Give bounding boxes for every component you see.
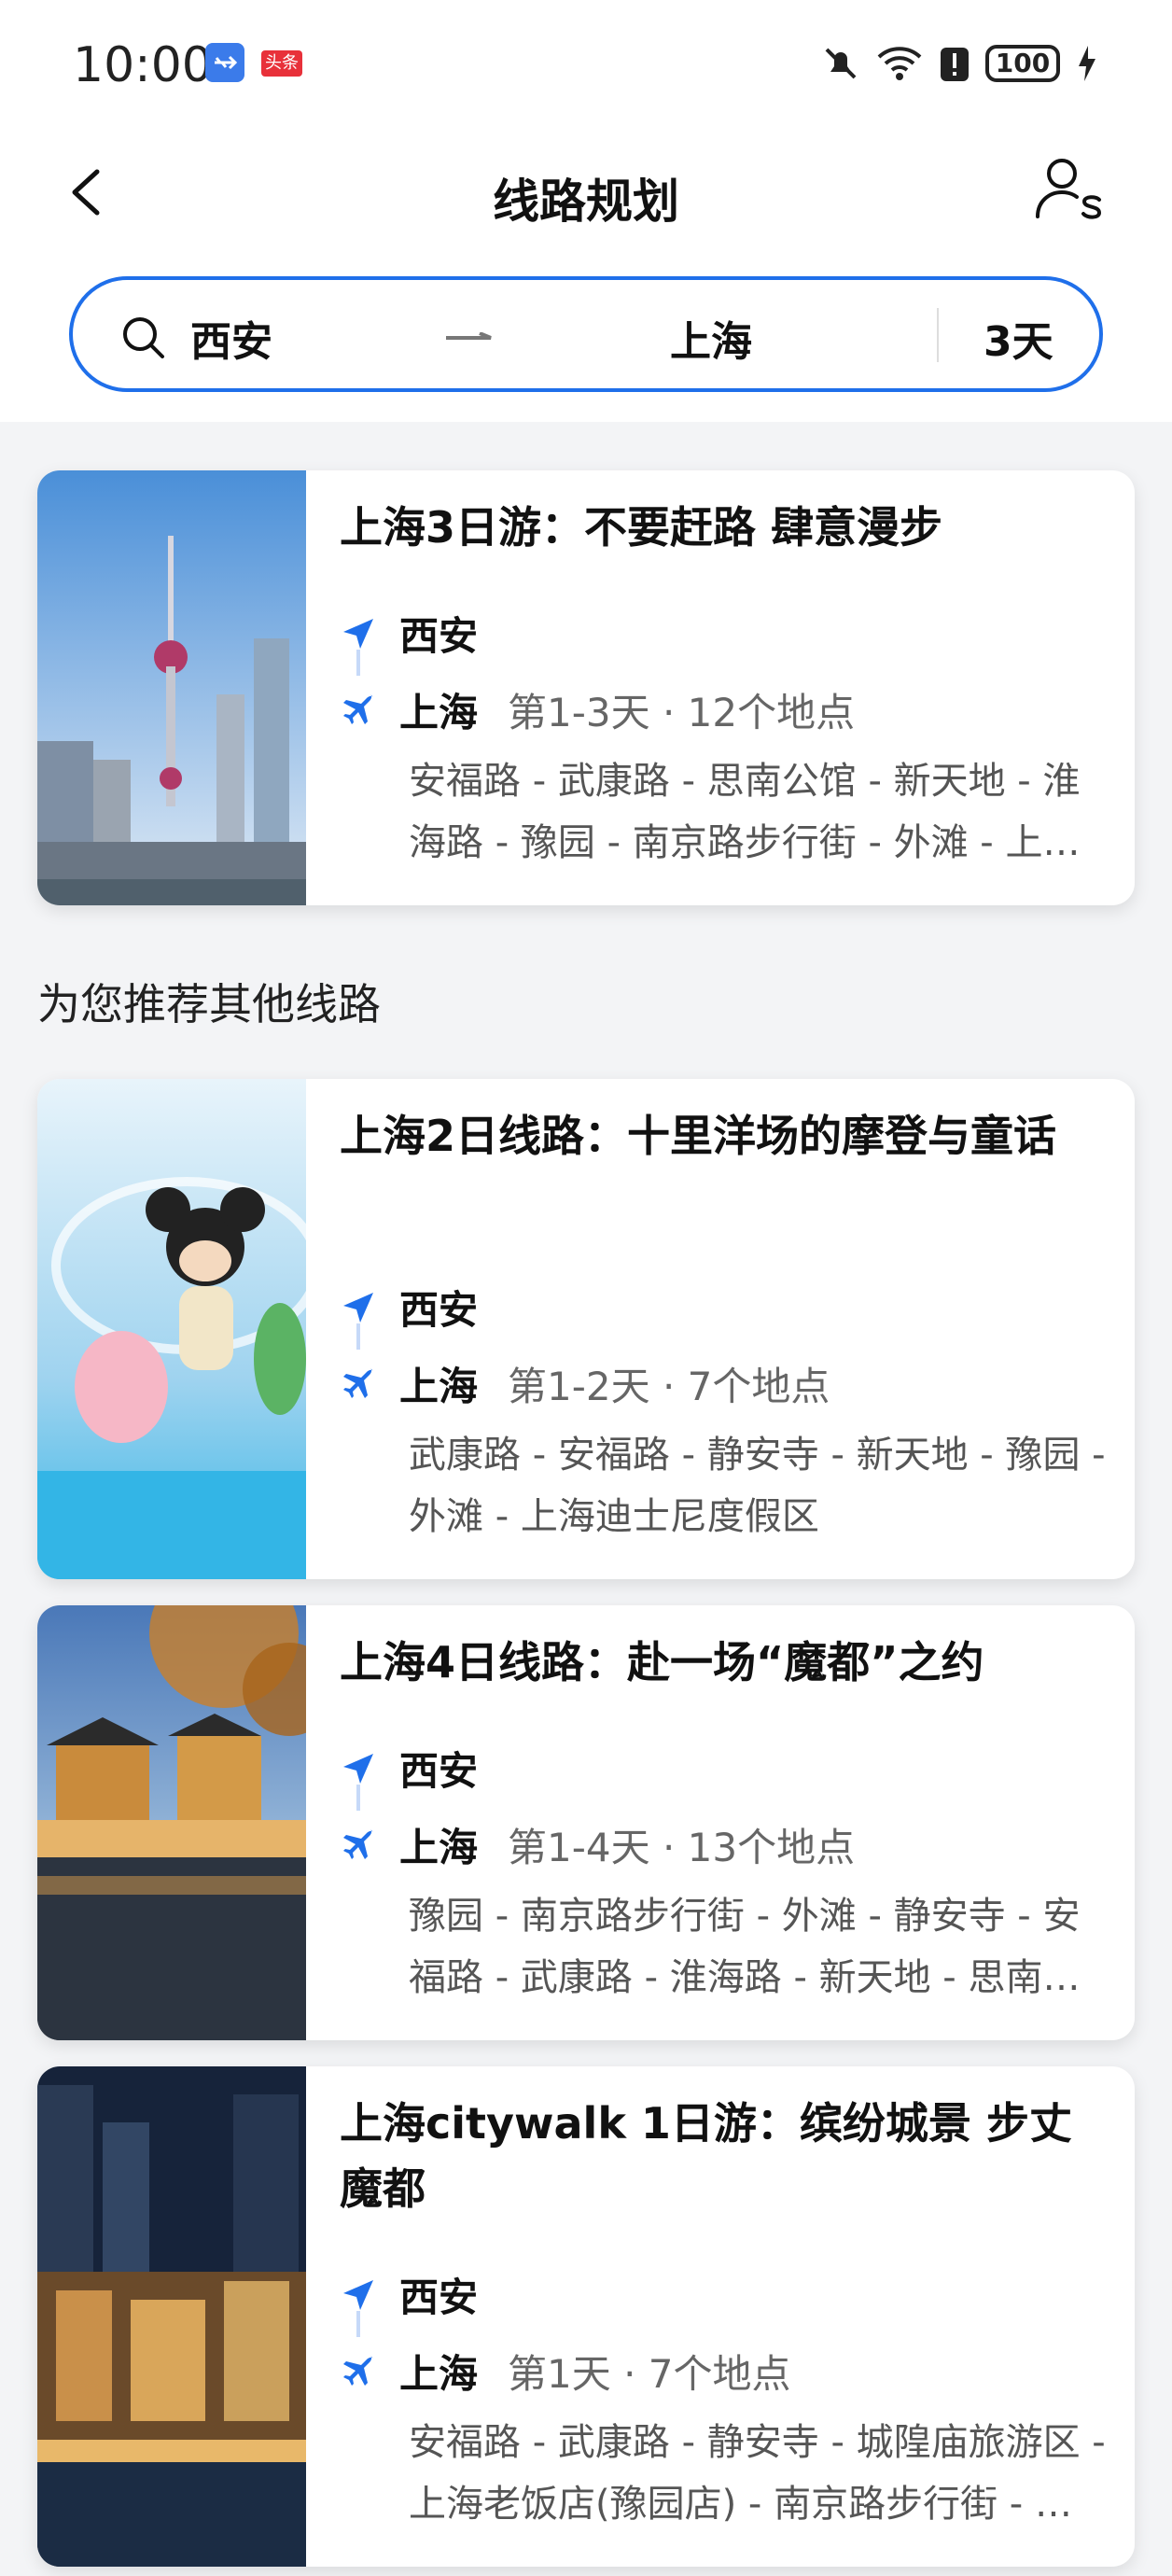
destination-city[interactable]: 上海 [670, 308, 752, 368]
route-connector [356, 1323, 360, 1350]
origin-row: 西安 [340, 605, 478, 662]
wifi-icon [877, 47, 922, 80]
trip-meta: 第1-3天 · 12个地点 [508, 690, 856, 735]
charging-icon [1079, 46, 1095, 81]
plane-icon [343, 1828, 373, 1859]
destination-label: 上海 [399, 2351, 479, 2397]
route-stops: 安福路 - 武康路 - 思南公馆 - 新天地 - 淮海路 - 豫园 - 南京路步… [409, 760, 1081, 864]
destination-label: 上海 [399, 1825, 479, 1870]
thumbnail-yuyuan-garden [37, 1605, 306, 2040]
search-icon [123, 317, 164, 358]
card-title: 上海4日线路：赴一场“魔都”之约 [340, 1637, 984, 1687]
route-card[interactable]: 上海2日线路：十里洋场的摩登与童话 西安 上海 第1-2天 · 7个地点 武康路… [37, 1079, 1135, 1579]
route-connector [356, 2311, 360, 2337]
destination-row: 上海 第1-2天 · 7个地点 [340, 1355, 830, 1412]
origin-label: 西安 [399, 2275, 479, 2320]
route-stops: 豫园 - 南京路步行街 - 外滩 - 静安寺 - 安福路 - 武康路 - 淮海路… [409, 1895, 1081, 1999]
user-settings-icon[interactable] [1032, 153, 1107, 228]
route-stops: 武康路 - 安福路 - 静安寺 - 新天地 - 豫园 - 外滩 - 上海迪士尼度… [409, 1434, 1106, 1538]
plane-icon [343, 2355, 373, 2386]
destination-row: 上海 第1-3天 · 12个地点 [340, 681, 855, 738]
origin-label: 西安 [399, 1287, 479, 1333]
status-right: 100 [821, 41, 1097, 86]
destination-row: 上海 第1-4天 · 13个地点 [340, 1816, 855, 1873]
destination-label: 上海 [399, 1364, 479, 1409]
card-title: 上海2日线路：十里洋场的摩登与童话 [340, 1111, 1057, 1161]
origin-label: 西安 [399, 1748, 479, 1794]
page-title: 线路规划 [493, 175, 679, 229]
route-card[interactable]: 上海citywalk 1日游：缤纷城景 步丈魔都 西安 上海 第1天 · 7个地… [37, 2066, 1135, 2567]
navigation-icon [343, 618, 373, 649]
trip-days[interactable]: 3天 [984, 308, 1053, 368]
navigation-icon [343, 2279, 373, 2310]
route-card[interactable]: 上海3日游：不要赶路 肆意漫步 西安 上海 第1-3天 · 12个地点 安福路 … [37, 470, 1135, 905]
route-connector [356, 650, 360, 676]
thumbnail-shanghai-skyline [37, 470, 306, 905]
navigation-icon [343, 1753, 373, 1784]
trip-meta: 第1-2天 · 7个地点 [508, 1364, 830, 1409]
trip-meta: 第1-4天 · 13个地点 [508, 1825, 856, 1870]
card-title: 上海3日游：不要赶路 肆意漫步 [340, 502, 943, 553]
mute-bell-icon [825, 48, 857, 79]
alert-icon [941, 48, 969, 81]
destination-row: 上海 第1天 · 7个地点 [340, 2343, 791, 2400]
news-badge: 头条 [261, 50, 302, 77]
thumbnail-disney [37, 1079, 306, 1579]
route-search-bar[interactable]: 西安 上海 3天 [69, 276, 1103, 392]
origin-row: 西安 [340, 1279, 478, 1336]
battery-indicator: 100 [985, 45, 1060, 82]
status-bar: 10:00 头条 100 [0, 0, 1172, 131]
section-title: 为您推荐其他线路 [37, 979, 381, 1029]
origin-row: 西安 [340, 1740, 478, 1797]
route-connector [356, 1785, 360, 1811]
origin-city[interactable]: 西安 [190, 308, 272, 368]
card-title: 上海citywalk 1日游：缤纷城景 步丈魔都 [340, 2098, 1072, 2214]
trip-meta: 第1天 · 7个地点 [508, 2351, 791, 2397]
origin-row: 西安 [340, 2266, 478, 2323]
plane-icon [343, 1367, 373, 1398]
direction-arrow-icon [446, 332, 492, 340]
plane-icon [343, 693, 373, 724]
search-divider [937, 308, 939, 362]
route-card[interactable]: 上海4日线路：赴一场“魔都”之约 西安 上海 第1-4天 · 13个地点 豫园 … [37, 1605, 1135, 2040]
thumbnail-bund-night [37, 2066, 306, 2567]
destination-label: 上海 [399, 690, 479, 735]
navigation-icon [343, 1292, 373, 1323]
usb-icon [205, 43, 244, 82]
route-stops: 安福路 - 武康路 - 静安寺 - 城隍庙旅游区 - 上海老饭店(豫园店) - … [409, 2421, 1106, 2526]
top-area: 10:00 头条 100 线路规划 西安 上海 3天 [0, 0, 1172, 422]
origin-label: 西安 [399, 613, 479, 659]
status-time: 10:00 [73, 37, 213, 93]
